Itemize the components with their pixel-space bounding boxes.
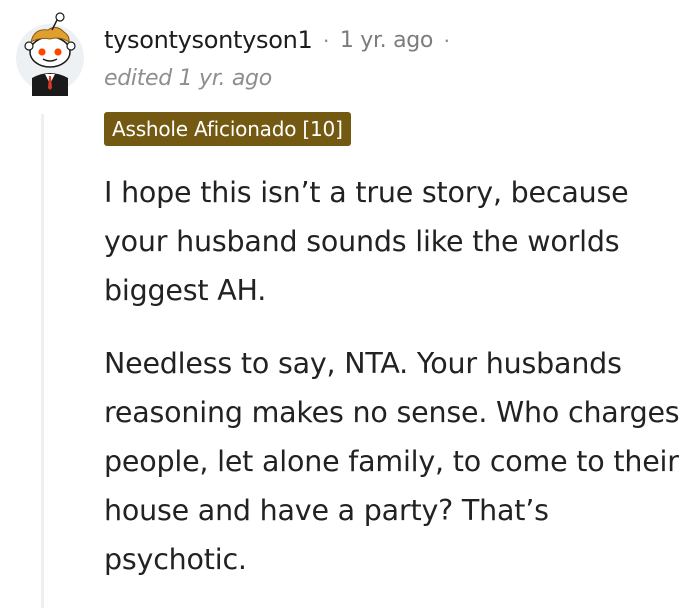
username-link[interactable]: tysontysontyson1 bbox=[104, 26, 313, 54]
comment-timestamp[interactable]: 1 yr. ago bbox=[340, 28, 434, 53]
edited-timestamp: edited 1 yr. ago bbox=[104, 66, 272, 91]
user-flair: Asshole Aficionado [10] bbox=[104, 112, 351, 146]
user-avatar[interactable] bbox=[14, 12, 86, 96]
comment-header: tysontysontyson1 · 1 yr. ago · bbox=[104, 22, 460, 58]
meta-separator: · bbox=[322, 27, 330, 52]
comment: tysontysontyson1 · 1 yr. ago · edited 1 … bbox=[0, 0, 700, 608]
meta-separator: · bbox=[443, 27, 451, 52]
comment-paragraph: I hope this isn’t a true story, because … bbox=[104, 176, 629, 307]
comment-body: I hope this isn’t a true story, because … bbox=[104, 168, 696, 608]
comment-paragraph: Needless to say, NTA. Your husbands reas… bbox=[104, 347, 680, 576]
thread-collapse-line[interactable] bbox=[41, 114, 44, 608]
reddit-snoo-avatar-icon bbox=[16, 12, 84, 96]
